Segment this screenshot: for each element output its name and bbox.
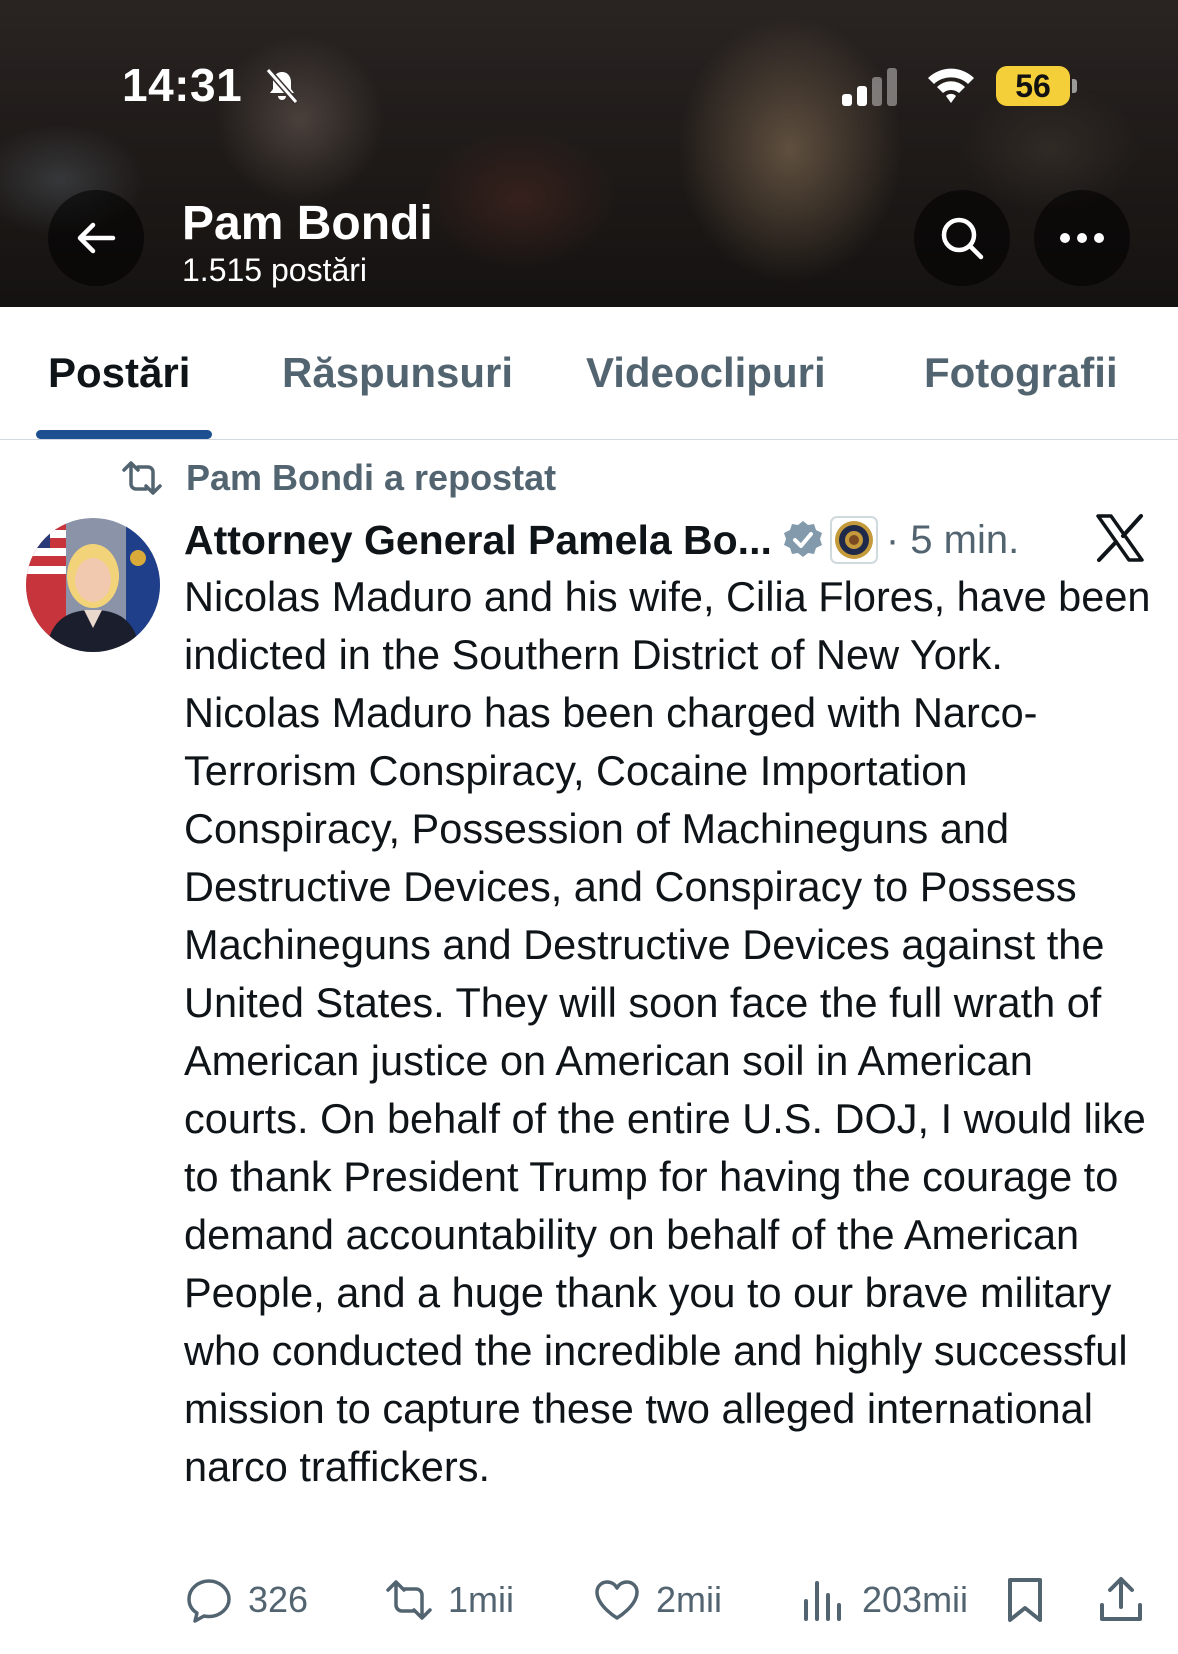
post-time[interactable]: · 5 min. (886, 518, 1019, 563)
battery-indicator: 56 (996, 66, 1077, 106)
status-time: 14:31 (122, 59, 243, 111)
repost-button[interactable]: 1mii (384, 1570, 514, 1630)
like-button[interactable]: 2mii (592, 1570, 722, 1630)
battery-level: 56 (996, 66, 1070, 106)
x-logo-icon (1096, 514, 1144, 562)
post-count: 1.515 postări (182, 252, 368, 288)
tab-replies[interactable]: Răspunsuri (282, 349, 513, 397)
tab-posts[interactable]: Postări (48, 349, 190, 397)
bell-muted-icon (265, 68, 299, 104)
search-button[interactable] (914, 190, 1010, 286)
more-dots-icon (1060, 233, 1104, 243)
search-icon (941, 217, 984, 260)
bookmark-icon (1008, 1578, 1042, 1622)
repost-icon (386, 1580, 432, 1620)
profile-nav: Pam Bondi 1.515 postări (0, 190, 1178, 290)
views-button[interactable]: 203mii (798, 1570, 968, 1630)
repost-label: Pam Bondi a repostat (186, 457, 557, 498)
bookmark-button[interactable] (1000, 1570, 1050, 1630)
repost-context[interactable]: Pam Bondi a repostat (120, 456, 556, 500)
post-text: Nicolas Maduro and his wife, Cilia Flore… (184, 573, 1163, 1490)
tab-photos[interactable]: Fotografii (924, 349, 1118, 397)
reply-icon (187, 1579, 231, 1623)
arrow-left-icon (77, 222, 116, 254)
reply-count: 326 (248, 1579, 309, 1620)
reply-button[interactable]: 326 (184, 1570, 308, 1630)
like-count: 2mii (656, 1579, 723, 1620)
verified-badge-icon[interactable] (782, 519, 824, 561)
tab-videos[interactable]: Videoclipuri (586, 349, 826, 397)
back-button[interactable] (48, 190, 144, 286)
status-bar: 14:31 56 (0, 0, 1178, 170)
post-header: Attorney General Pamela Bo... · 5 min. (184, 512, 1164, 568)
views-count: 203mii (862, 1579, 969, 1620)
share-icon (1100, 1577, 1142, 1621)
profile-tabs: Postări Răspunsuri Videoclipuri Fotograf… (0, 307, 1178, 440)
post-actions: 326 1mii 2mii 203mii (0, 1570, 1178, 1630)
signal-icon (842, 68, 897, 106)
more-options-button[interactable] (1034, 190, 1130, 286)
profile-banner: 14:31 56 Pam Bondi 1.515 postări (0, 0, 1178, 307)
heart-icon (595, 1580, 639, 1620)
profile-name: Pam Bondi (182, 197, 433, 250)
author-name[interactable]: Attorney General Pamela Bo... (184, 517, 772, 564)
active-tab-indicator (36, 430, 212, 439)
doj-seal-icon[interactable] (829, 516, 878, 564)
repost-count: 1mii (448, 1579, 515, 1620)
analytics-icon (804, 1581, 841, 1621)
wifi-icon (928, 68, 974, 103)
share-button[interactable] (1096, 1570, 1146, 1630)
author-avatar[interactable] (26, 518, 160, 652)
repost-icon (122, 461, 162, 495)
